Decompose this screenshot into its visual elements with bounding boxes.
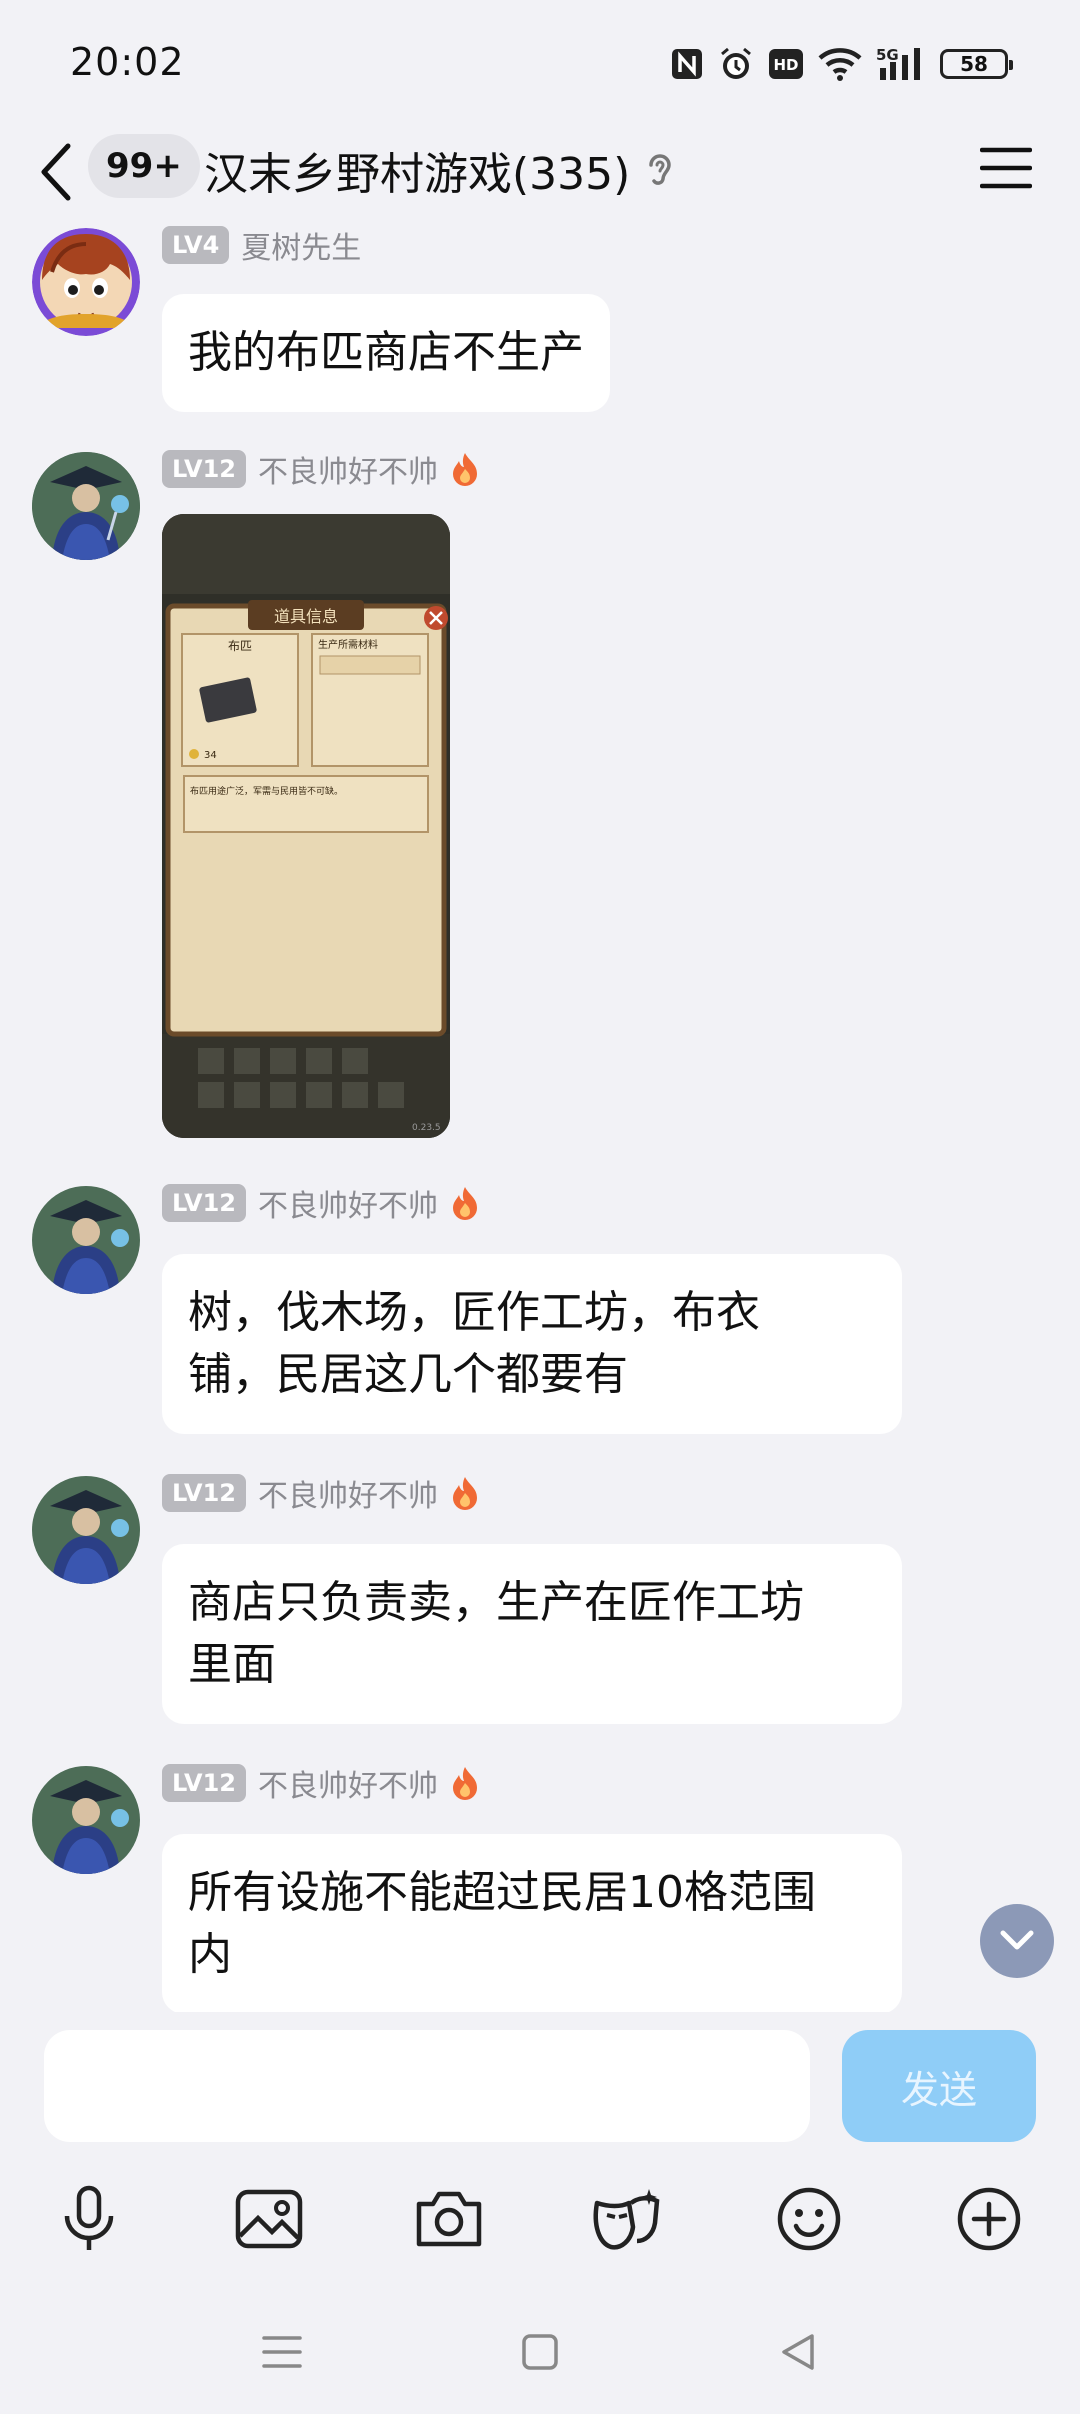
chevron-left-icon	[41, 143, 71, 201]
message-text-line: 里面	[188, 1639, 276, 1690]
message-text: 我的布匹商店不生产	[188, 327, 584, 378]
microphone-icon[interactable]	[44, 2174, 134, 2264]
message-text-line: 树，伐木场，匠作工坊，布衣	[188, 1287, 760, 1338]
avatar[interactable]	[32, 228, 140, 336]
hamburger-icon	[980, 147, 1032, 189]
level-badge: LV12	[162, 1764, 246, 1802]
message-meta: LV12 不良帅好不帅	[162, 1762, 480, 1804]
composer: 发送	[0, 2012, 1080, 2292]
level-badge: LV12	[162, 1184, 246, 1222]
chevron-down-icon	[1000, 1930, 1034, 1950]
message-text-line: 铺，民居这几个都要有	[188, 1349, 628, 1400]
message-list[interactable]: LV4 夏树先生 我的布匹商店不生产 LV12 不良帅好不帅 道具信息 布匹 3…	[0, 220, 1080, 2012]
message-bubble[interactable]: 树，伐木场，匠作工坊，布衣 铺，民居这几个都要有	[162, 1254, 902, 1434]
message-bubble[interactable]: 我的布匹商店不生产	[162, 294, 610, 412]
flame-icon	[450, 1475, 480, 1511]
status-bar: 20:02 HD 5G 58	[0, 0, 1080, 130]
back-nav-icon[interactable]	[768, 2322, 828, 2382]
composer-toolbar	[0, 2174, 1080, 2264]
svg-text:34: 34	[204, 750, 217, 761]
ear-icon[interactable]	[645, 144, 681, 198]
back-button[interactable]	[36, 132, 80, 212]
message-meta: LV12 不良帅好不帅	[162, 1182, 480, 1224]
sender-name[interactable]: 不良帅好不帅	[258, 1181, 438, 1225]
svg-text:道具信息: 道具信息	[274, 607, 338, 626]
sender-name[interactable]: 夏树先生	[241, 223, 361, 267]
sender-name[interactable]: 不良帅好不帅	[258, 447, 438, 491]
flame-icon	[450, 1185, 480, 1221]
svg-text:HD: HD	[773, 56, 798, 74]
message-text-line: 商店只负责卖，生产在匠作工坊	[188, 1577, 804, 1628]
message-meta: LV12 不良帅好不帅	[162, 448, 480, 490]
level-badge: LV4	[162, 226, 230, 264]
message-text-line: 内	[188, 1929, 232, 1980]
alarm-icon	[718, 46, 754, 82]
sender-name[interactable]: 不良帅好不帅	[258, 1761, 438, 1805]
avatar[interactable]	[32, 1186, 140, 1294]
5g-signal-icon: 5G	[876, 46, 926, 82]
status-time: 20:02	[70, 40, 185, 84]
plus-icon[interactable]	[944, 2174, 1034, 2264]
camera-icon[interactable]	[404, 2174, 494, 2264]
scroll-to-bottom-button[interactable]	[980, 1904, 1054, 1978]
message-bubble[interactable]: 所有设施不能超过民居10格范围 内	[162, 1834, 902, 2012]
message-meta: LV4 夏树先生	[162, 224, 361, 266]
svg-text:5G: 5G	[876, 46, 899, 64]
svg-text:0.23.5: 0.23.5	[412, 1123, 441, 1133]
battery-indicator: 58	[940, 49, 1013, 79]
hd-icon: HD	[768, 48, 804, 80]
nfc-icon	[670, 47, 704, 81]
svg-text:布匹用途广泛，军需与民用皆不可缺。: 布匹用途广泛，军需与民用皆不可缺。	[190, 785, 343, 797]
menu-nav-icon[interactable]	[252, 2322, 312, 2382]
system-nav-bar	[0, 2292, 1080, 2414]
status-icons: HD 5G 58	[670, 42, 1013, 86]
group-title[interactable]: 汉末乡野村游戏(335)	[204, 138, 630, 202]
message-text-line: 所有设施不能超过民居10格范围	[188, 1867, 816, 1918]
avatar[interactable]	[32, 1476, 140, 1584]
avatar[interactable]	[32, 452, 140, 560]
chat-header: 99+ 汉末乡野村游戏(335)	[0, 120, 1080, 230]
message-bubble[interactable]: 商店只负责卖，生产在匠作工坊 里面	[162, 1544, 902, 1724]
send-button[interactable]: 发送	[842, 2030, 1036, 2142]
unread-count-badge[interactable]: 99+	[88, 134, 200, 198]
mask-icon[interactable]	[582, 2174, 672, 2264]
flame-icon	[450, 451, 480, 487]
home-nav-icon[interactable]	[510, 2322, 570, 2382]
game-screenshot-image: 道具信息 布匹 34 生产所需材料 布匹用途广泛，军需与民用皆不可缺。 0.23…	[162, 514, 450, 1138]
image-icon[interactable]	[224, 2174, 314, 2264]
message-input[interactable]	[44, 2030, 810, 2142]
sender-name[interactable]: 不良帅好不帅	[258, 1471, 438, 1515]
level-badge: LV12	[162, 450, 246, 488]
svg-text:生产所需材料: 生产所需材料	[318, 638, 378, 651]
flame-icon	[450, 1765, 480, 1801]
avatar[interactable]	[32, 1766, 140, 1874]
message-meta: LV12 不良帅好不帅	[162, 1472, 480, 1514]
emoji-icon[interactable]	[764, 2174, 854, 2264]
menu-button[interactable]	[978, 138, 1034, 198]
svg-text:布匹: 布匹	[228, 639, 252, 653]
level-badge: LV12	[162, 1474, 246, 1512]
image-message[interactable]: 道具信息 布匹 34 生产所需材料 布匹用途广泛，军需与民用皆不可缺。 0.23…	[162, 514, 450, 1138]
wifi-icon	[818, 47, 862, 81]
